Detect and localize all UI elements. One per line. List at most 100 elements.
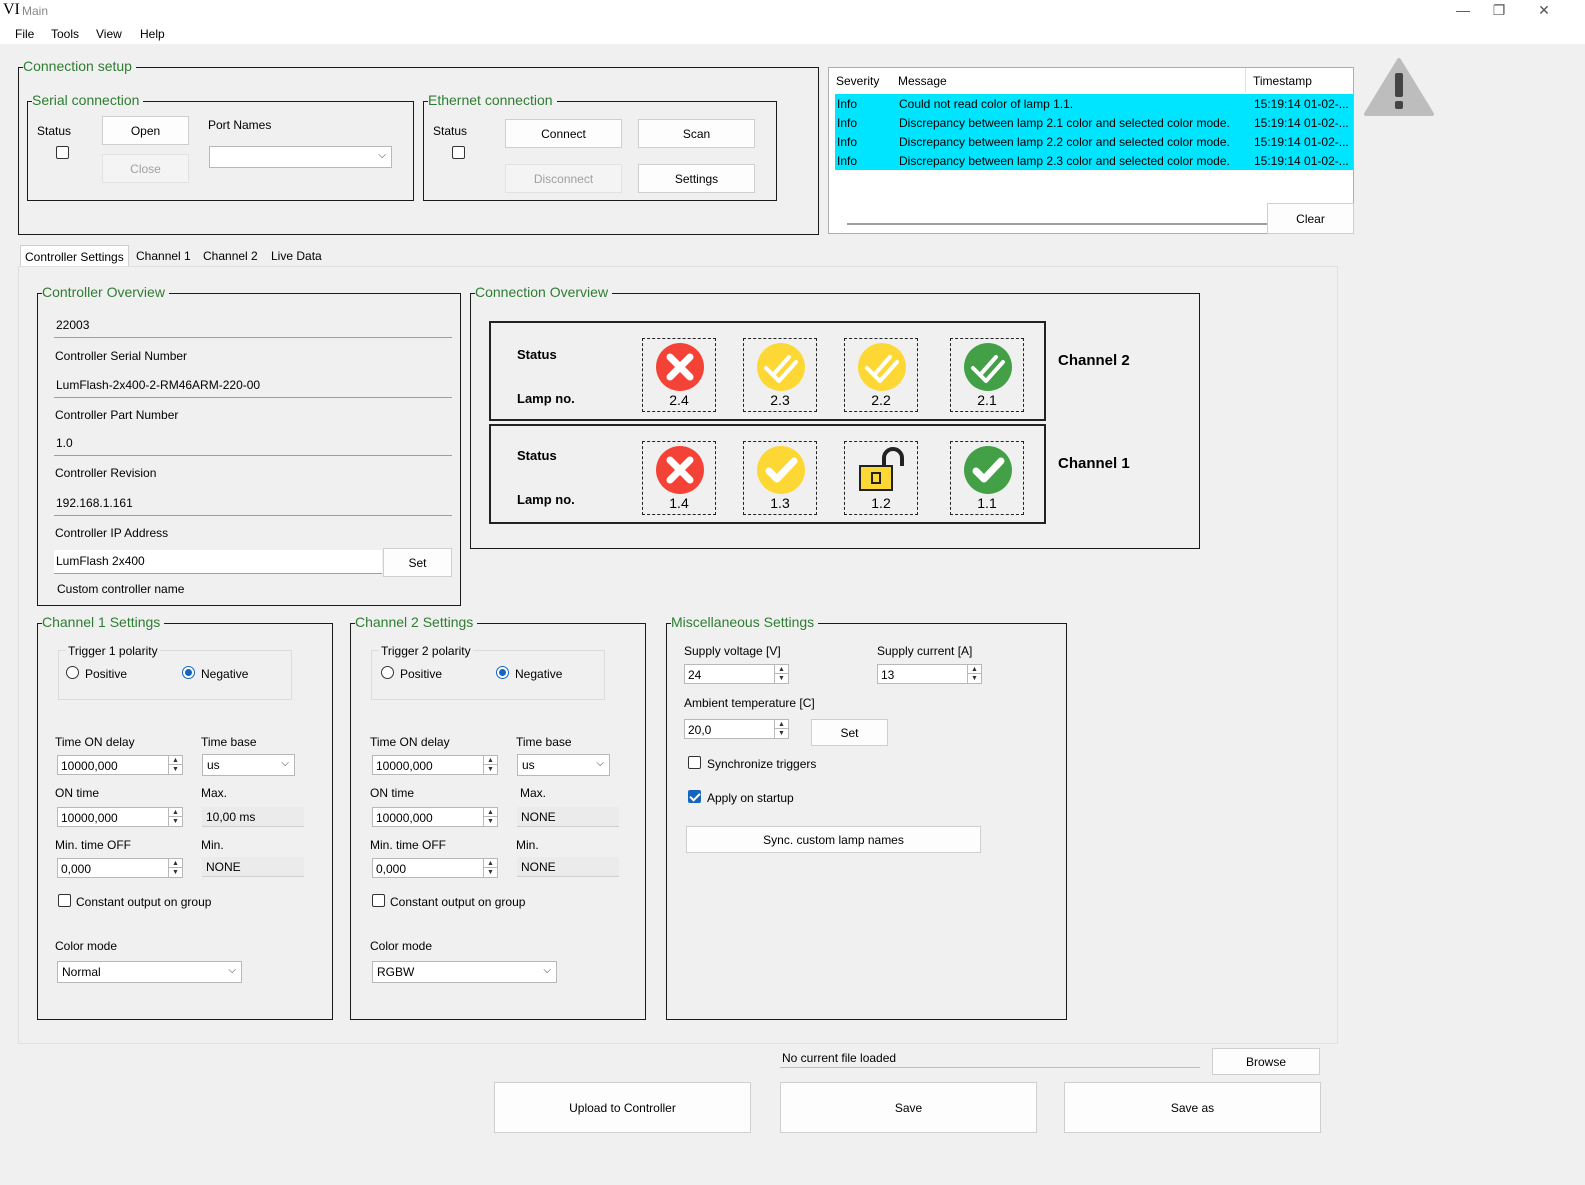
- ch2-color-mode-dropdown[interactable]: RGBW ⌵: [372, 961, 557, 983]
- spin-down-icon[interactable]: ▼: [774, 729, 788, 738]
- log-row[interactable]: Info Could not read color of lamp 1.1. 1…: [835, 94, 1353, 113]
- spin-up-icon[interactable]: ▲: [483, 756, 497, 765]
- spin-up-icon[interactable]: ▲: [168, 808, 182, 817]
- disconnect-button[interactable]: Disconnect: [505, 164, 622, 193]
- maximize-button[interactable]: ❐: [1476, 0, 1522, 22]
- chevron-down-icon: ⌵: [378, 150, 386, 161]
- ch2-max-value: NONE: [517, 807, 619, 827]
- error-x-icon: [656, 343, 704, 391]
- double-check-icon: [858, 343, 906, 391]
- spin-down-icon[interactable]: ▼: [483, 817, 497, 826]
- connect-button[interactable]: Connect: [505, 119, 622, 148]
- lamp-tile-2-2[interactable]: 2.2: [844, 338, 918, 412]
- ethernet-status-checkbox[interactable]: [452, 146, 465, 159]
- trigger-2-negative-radio[interactable]: [496, 666, 509, 679]
- log-row[interactable]: Info Discrepancy between lamp 2.3 color …: [835, 151, 1353, 170]
- serial-status-checkbox[interactable]: [56, 146, 69, 159]
- serial-connection-group: Serial connection Status Open Close Port…: [27, 92, 414, 201]
- lamp-tile-1-2[interactable]: 1.2: [844, 441, 918, 515]
- synchronize-triggers-checkbox[interactable]: [688, 756, 701, 769]
- ch1-on-time-spinner[interactable]: 10000,000 ▲ ▼: [57, 807, 183, 827]
- check-icon: [757, 446, 805, 494]
- menu-tools[interactable]: Tools: [51, 27, 79, 41]
- spin-up-icon[interactable]: ▲: [774, 665, 788, 674]
- ch1-constant-output-checkbox[interactable]: [58, 894, 71, 907]
- ch2-constant-output-checkbox[interactable]: [372, 894, 385, 907]
- lamp-tile-2-4[interactable]: 2.4: [642, 338, 716, 412]
- close-button[interactable]: ✕: [1521, 0, 1567, 22]
- ch2-time-on-delay-spinner[interactable]: 10000,000 ▲ ▼: [372, 755, 498, 775]
- spin-down-icon[interactable]: ▼: [774, 674, 788, 683]
- spin-down-icon[interactable]: ▼: [483, 868, 497, 877]
- menu-file[interactable]: File: [15, 27, 34, 41]
- ch2-min-time-off-spinner[interactable]: 0,000 ▲ ▼: [372, 858, 498, 878]
- log-horizontal-scrollbar[interactable]: [847, 223, 1267, 225]
- custom-name-input[interactable]: LumFlash 2x400: [54, 550, 382, 574]
- trigger-1-negative-radio[interactable]: [182, 666, 195, 679]
- sync-custom-lamp-names-button[interactable]: Sync. custom lamp names: [686, 826, 981, 853]
- ch2-time-base-dropdown[interactable]: us ⌵: [517, 754, 610, 776]
- lamp-tile-1-3[interactable]: 1.3: [743, 441, 817, 515]
- spin-up-icon[interactable]: ▲: [967, 665, 981, 674]
- spin-down-icon[interactable]: ▼: [483, 765, 497, 774]
- log-column-divider: [1245, 68, 1246, 92]
- spin-down-icon[interactable]: ▼: [168, 765, 182, 774]
- tab-channel-1[interactable]: Channel 1: [132, 245, 195, 267]
- apply-on-startup-checkbox[interactable]: [688, 790, 701, 803]
- supply-voltage-spinner[interactable]: 24 ▲ ▼: [684, 664, 789, 684]
- log-header-timestamp[interactable]: Timestamp: [1253, 74, 1312, 88]
- browse-button[interactable]: Browse: [1212, 1048, 1320, 1075]
- revision-field[interactable]: 1.0: [54, 432, 452, 456]
- tab-live-data[interactable]: Live Data: [267, 245, 326, 267]
- custom-name-set-button[interactable]: Set: [383, 548, 452, 577]
- tab-channel-2[interactable]: Channel 2: [199, 245, 262, 267]
- part-number-field[interactable]: LumFlash-2x400-2-RM46ARM-220-00: [54, 374, 452, 398]
- lamp-tile-1-1[interactable]: 1.1: [950, 441, 1024, 515]
- ch2-min-time-off-value: 0,000: [376, 862, 407, 876]
- ch1-color-mode-dropdown[interactable]: Normal ⌵: [57, 961, 242, 983]
- log-header-severity[interactable]: Severity: [836, 74, 879, 88]
- trigger-1-positive-radio[interactable]: [66, 666, 79, 679]
- lamp-tile-2-3[interactable]: 2.3: [743, 338, 817, 412]
- upload-to-controller-button[interactable]: Upload to Controller: [494, 1082, 751, 1133]
- log-clear-button[interactable]: Clear: [1267, 203, 1354, 234]
- scan-button[interactable]: Scan: [638, 119, 755, 148]
- log-header-message[interactable]: Message: [898, 74, 947, 88]
- current-file-field[interactable]: No current file loaded: [780, 1049, 1200, 1068]
- ch1-min-time-off-spinner[interactable]: 0,000 ▲ ▼: [57, 858, 183, 878]
- ch2-min-time-off-label: Min. time OFF: [370, 838, 447, 852]
- supply-current-spinner[interactable]: 13 ▲ ▼: [877, 664, 982, 684]
- menu-view[interactable]: View: [96, 27, 122, 41]
- spin-up-icon[interactable]: ▲: [774, 720, 788, 729]
- ip-address-field[interactable]: 192.168.1.161: [54, 492, 452, 516]
- ch1-time-base-dropdown[interactable]: us ⌵: [202, 754, 295, 776]
- ambient-temperature-spinner[interactable]: 20,0 ▲ ▼: [684, 719, 789, 739]
- trigger-2-positive-radio[interactable]: [381, 666, 394, 679]
- log-row[interactable]: Info Discrepancy between lamp 2.2 color …: [835, 132, 1353, 151]
- spin-down-icon[interactable]: ▼: [967, 674, 981, 683]
- save-as-button[interactable]: Save as: [1064, 1082, 1321, 1133]
- tab-controller-settings[interactable]: Controller Settings: [20, 245, 129, 267]
- serial-number-field[interactable]: 22003: [54, 314, 452, 338]
- ethernet-settings-button[interactable]: Settings: [638, 164, 755, 193]
- lamp-tile-2-1[interactable]: 2.1: [950, 338, 1024, 412]
- serial-close-button[interactable]: Close: [102, 154, 189, 183]
- spin-up-icon[interactable]: ▲: [483, 859, 497, 868]
- error-x-icon: [656, 446, 704, 494]
- spin-down-icon[interactable]: ▼: [168, 817, 182, 826]
- spin-up-icon[interactable]: ▲: [168, 859, 182, 868]
- ch1-color-mode-value: Normal: [62, 965, 101, 979]
- menu-help[interactable]: Help: [140, 27, 165, 41]
- spin-up-icon[interactable]: ▲: [483, 808, 497, 817]
- ch1-time-on-delay-spinner[interactable]: 10000,000 ▲ ▼: [57, 755, 183, 775]
- serial-open-button[interactable]: Open: [102, 116, 189, 145]
- spin-down-icon[interactable]: ▼: [168, 868, 182, 877]
- spin-up-icon[interactable]: ▲: [168, 756, 182, 765]
- save-button[interactable]: Save: [780, 1082, 1037, 1133]
- ambient-set-button[interactable]: Set: [811, 719, 888, 746]
- port-names-dropdown[interactable]: ⌵: [209, 146, 392, 168]
- lamp-tile-1-4[interactable]: 1.4: [642, 441, 716, 515]
- ch2-on-time-spinner[interactable]: 10000,000 ▲ ▼: [372, 807, 498, 827]
- ch2-time-on-delay-value: 10000,000: [376, 759, 433, 773]
- log-row[interactable]: Info Discrepancy between lamp 2.1 color …: [835, 113, 1353, 132]
